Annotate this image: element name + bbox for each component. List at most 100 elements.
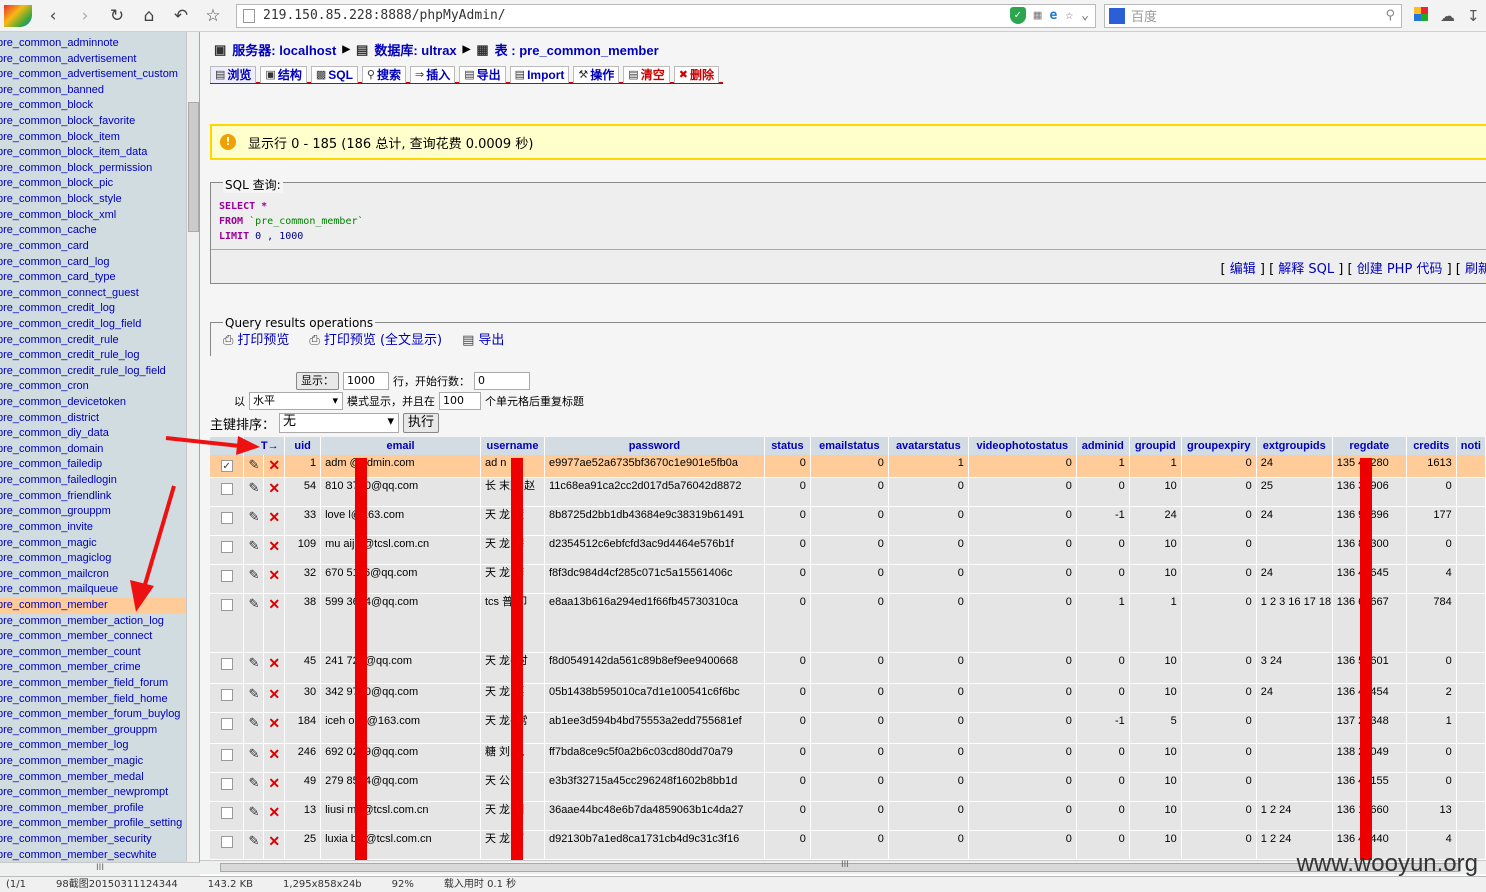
- cell-emailstatus[interactable]: 0: [810, 712, 889, 744]
- cell-avatarstatus[interactable]: 0: [888, 535, 969, 565]
- sidebar-item-pre_common_advertisement[interactable]: pre_common_advertisement: [0, 52, 186, 68]
- cell-videophotostatus[interactable]: 0: [968, 772, 1077, 802]
- cell-avatarstatus[interactable]: 0: [888, 506, 969, 536]
- cell-groupid[interactable]: 10: [1129, 564, 1182, 594]
- cell-extgroupids[interactable]: 24: [1256, 564, 1333, 594]
- cell-credits[interactable]: 0: [1406, 743, 1457, 773]
- table-row[interactable]: ✎ ✕ 49 279 8564@qq.com 天 公 司 e3b3f32715a45cc2…: [210, 772, 1486, 802]
- cell-status[interactable]: 0: [764, 830, 811, 860]
- row-checkbox[interactable]: [220, 460, 233, 472]
- cell-videophotostatus[interactable]: 0: [968, 712, 1077, 744]
- sidebar-item-pre_common_connect_guest[interactable]: pre_common_connect_guest: [0, 286, 186, 302]
- cell-uid[interactable]: 38: [284, 593, 322, 653]
- cell-groupexpiry[interactable]: 0: [1181, 593, 1257, 653]
- start-row-input[interactable]: 0: [474, 372, 530, 390]
- cell-status[interactable]: 0: [764, 652, 811, 684]
- sidebar-item-pre_common_friendlink[interactable]: pre_common_friendlink: [0, 489, 186, 505]
- sidebar-item-pre_common_banned[interactable]: pre_common_banned: [0, 83, 186, 99]
- edit-pencil-icon[interactable]: ✎: [248, 567, 259, 582]
- cell-noti[interactable]: [1456, 564, 1486, 594]
- cell-adminid[interactable]: 1: [1076, 455, 1130, 478]
- cell-uid[interactable]: 32: [284, 564, 322, 594]
- sidebar-item-pre_common_member_field_home[interactable]: pre_common_member_field_home: [0, 692, 186, 708]
- cell-videophotostatus[interactable]: 0: [968, 506, 1077, 536]
- cell-credits[interactable]: 0: [1406, 652, 1457, 684]
- cell-email[interactable]: 692 0249@qq.com: [320, 743, 481, 773]
- cell-extgroupids[interactable]: 24: [1256, 455, 1333, 478]
- edit-pencil-icon[interactable]: ✎: [248, 538, 259, 553]
- cell-groupexpiry[interactable]: 0: [1181, 564, 1257, 594]
- cell-videophotostatus[interactable]: 0: [968, 683, 1077, 713]
- cell-status[interactable]: 0: [764, 535, 811, 565]
- cell-videophotostatus[interactable]: 0: [968, 564, 1077, 594]
- main-horizontal-scrollbar[interactable]: III: [200, 860, 1486, 874]
- sidebar-item-pre_common_cron[interactable]: pre_common_cron: [0, 379, 186, 395]
- cell-emailstatus[interactable]: 0: [810, 455, 889, 478]
- tab-import[interactable]: ▤ Import: [509, 66, 570, 83]
- cell-credits[interactable]: 784: [1406, 593, 1457, 653]
- cell-extgroupids[interactable]: [1256, 535, 1333, 565]
- cell-credits[interactable]: 1: [1406, 712, 1457, 744]
- cell-adminid[interactable]: -1: [1076, 712, 1130, 744]
- cell-groupid[interactable]: 1: [1129, 593, 1182, 653]
- sidebar-item-pre_common_member_log[interactable]: pre_common_member_log: [0, 738, 186, 754]
- cell-password[interactable]: e8aa13b616a294ed1f66fb45730310ca: [544, 593, 765, 653]
- table-row[interactable]: ✎ ✕ 25 luxia bin@tcsl.com.cn 天 龙 卢 d92130b7a1…: [210, 830, 1486, 860]
- delete-x-icon[interactable]: ✕: [268, 480, 280, 496]
- tab-operations[interactable]: ⚒ 操作: [573, 66, 620, 83]
- cell-extgroupids[interactable]: [1256, 743, 1333, 773]
- delete-x-icon[interactable]: ✕: [268, 655, 280, 671]
- cell-adminid[interactable]: 0: [1076, 743, 1130, 773]
- sidebar-item-pre_common_mailqueue[interactable]: pre_common_mailqueue: [0, 582, 186, 598]
- cell-password[interactable]: 36aae44bc48e6b7da4859063b1c4da27: [544, 801, 765, 831]
- row-checkbox[interactable]: [220, 806, 233, 819]
- row-checkbox[interactable]: [220, 569, 233, 582]
- cell-groupexpiry[interactable]: 0: [1181, 743, 1257, 773]
- cell-adminid[interactable]: -1: [1076, 506, 1130, 536]
- cell-adminid[interactable]: 0: [1076, 652, 1130, 684]
- cell-videophotostatus[interactable]: 0: [968, 535, 1077, 565]
- cell-credits[interactable]: 4: [1406, 564, 1457, 594]
- cell-noti[interactable]: [1456, 535, 1486, 565]
- sidebar-item-pre_common_credit_log_field[interactable]: pre_common_credit_log_field: [0, 317, 186, 333]
- sidebar-item-pre_common_card_type[interactable]: pre_common_card_type: [0, 270, 186, 286]
- cell-groupid[interactable]: 10: [1129, 683, 1182, 713]
- cell-credits[interactable]: 0: [1406, 477, 1457, 507]
- cell-adminid[interactable]: 0: [1076, 477, 1130, 507]
- print-preview-link[interactable]: ⎙ 打印预览: [223, 329, 289, 348]
- row-checkbox[interactable]: [220, 657, 233, 670]
- sidebar-item-pre_common_member_secwhite[interactable]: pre_common_member_secwhite: [0, 848, 186, 862]
- cell-emailstatus[interactable]: 0: [810, 506, 889, 536]
- cell-uid[interactable]: 1: [284, 455, 322, 478]
- refresh-link[interactable]: 刷新: [1465, 262, 1486, 277]
- sidebar-item-pre_common_block_style[interactable]: pre_common_block_style: [0, 192, 186, 208]
- sidebar-item-pre_common_member_forum_buylog[interactable]: pre_common_member_forum_buylog: [0, 707, 186, 723]
- tab-export[interactable]: ▤ 导出: [459, 66, 506, 83]
- cell-status[interactable]: 0: [764, 801, 811, 831]
- cell-uid[interactable]: 30: [284, 683, 322, 713]
- sidebar-item-pre_common_failedip[interactable]: pre_common_failedip: [0, 457, 186, 473]
- cell-email[interactable]: liusi mu@tcsl.com.cn: [320, 801, 481, 831]
- sidebar-item-pre_common_block_item_data[interactable]: pre_common_block_item_data: [0, 145, 186, 161]
- column-header-groupexpiry[interactable]: groupexpiry: [1181, 437, 1257, 455]
- show-button[interactable]: 显示：: [296, 372, 339, 390]
- rows-count-input[interactable]: 1000: [343, 372, 389, 390]
- sidebar-item-pre_common_credit_rule_log[interactable]: pre_common_credit_rule_log: [0, 348, 186, 364]
- cell-noti[interactable]: [1456, 652, 1486, 684]
- row-checkbox[interactable]: [220, 482, 233, 495]
- cell-password[interactable]: e9977ae52a6735bf3670c1e901e5fb0a: [544, 455, 765, 478]
- cell-emailstatus[interactable]: 0: [810, 743, 889, 773]
- sidebar-item-pre_common_member_newprompt[interactable]: pre_common_member_newprompt: [0, 785, 186, 801]
- cell-noti[interactable]: [1456, 683, 1486, 713]
- table-row[interactable]: ✎✕54810 3790@qq.com长 末财 赵11c68ea91ca2cc2…: [210, 477, 1486, 507]
- tab-browse[interactable]: ▤ 浏览: [210, 66, 257, 83]
- sidebar-item-pre_common_diy_data[interactable]: pre_common_diy_data: [0, 426, 186, 442]
- cell-groupid[interactable]: 5: [1129, 712, 1182, 744]
- cell-noti[interactable]: [1456, 743, 1486, 773]
- sidebar-item-pre_common_domain[interactable]: pre_common_domain: [0, 442, 186, 458]
- cell-password[interactable]: ff7bda8ce9c5f0a2b6c03cd80dd70a79: [544, 743, 765, 773]
- cell-password[interactable]: 11c68ea91ca2cc2d017d5a76042d8872: [544, 477, 765, 507]
- cell-emailstatus[interactable]: 0: [810, 683, 889, 713]
- cell-videophotostatus[interactable]: 0: [968, 801, 1077, 831]
- table-row[interactable]: ✎ ✕ 13 liusi mu@tcsl.com.cn 天 龙 刘 36aae44bc48…: [210, 801, 1486, 831]
